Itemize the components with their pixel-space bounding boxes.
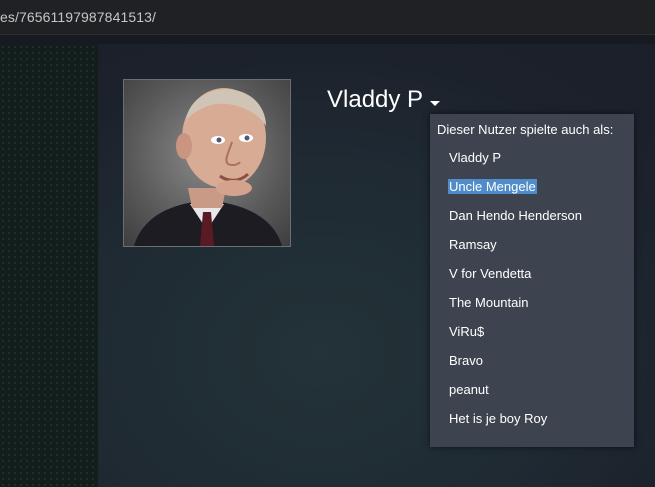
caret-down-icon[interactable] — [430, 101, 440, 106]
browser-address-bar[interactable]: es/76561197987841513/ — [0, 0, 655, 35]
alias-item-label: ViRu$ — [449, 324, 485, 339]
background-pattern — [0, 44, 98, 487]
alias-item-label: Dan Hendo Henderson — [449, 208, 582, 223]
alias-item[interactable]: Bravo — [449, 352, 483, 370]
alias-item[interactable]: ViRu$ — [449, 323, 484, 341]
alias-item[interactable]: Het is je boy Roy — [449, 410, 547, 428]
alias-item-label: Het is je boy Roy — [449, 411, 548, 426]
alias-item-label: V for Vendetta — [449, 266, 532, 281]
page-header-strip — [0, 35, 655, 44]
url-text[interactable]: es/76561197987841513/ — [0, 9, 156, 25]
alias-item-label: Vladdy P — [449, 150, 502, 165]
alias-item[interactable]: Vladdy P — [449, 149, 501, 167]
alias-item-label: Bravo — [449, 353, 483, 368]
alias-item[interactable]: Uncle Mengele — [448, 178, 537, 196]
alias-item[interactable]: Ramsay — [449, 236, 497, 254]
alias-item[interactable]: peanut — [449, 381, 489, 399]
alias-item-label: Uncle Mengele — [448, 179, 537, 194]
persona-name[interactable]: Vladdy P — [327, 86, 423, 114]
avatar — [123, 79, 291, 247]
alias-item[interactable]: Dan Hendo Henderson — [449, 207, 582, 225]
alias-item-label: Ramsay — [449, 237, 497, 252]
alias-item-label: The Mountain — [449, 295, 529, 310]
alias-item[interactable]: The Mountain — [449, 294, 529, 312]
alias-header: Dieser Nutzer spielte auch als: — [437, 122, 614, 137]
alias-dropdown-menu: Dieser Nutzer spielte auch als: Vladdy P… — [430, 114, 634, 447]
alias-item-label: peanut — [449, 382, 489, 397]
avatar-image — [134, 88, 282, 246]
alias-item[interactable]: V for Vendetta — [449, 265, 531, 283]
